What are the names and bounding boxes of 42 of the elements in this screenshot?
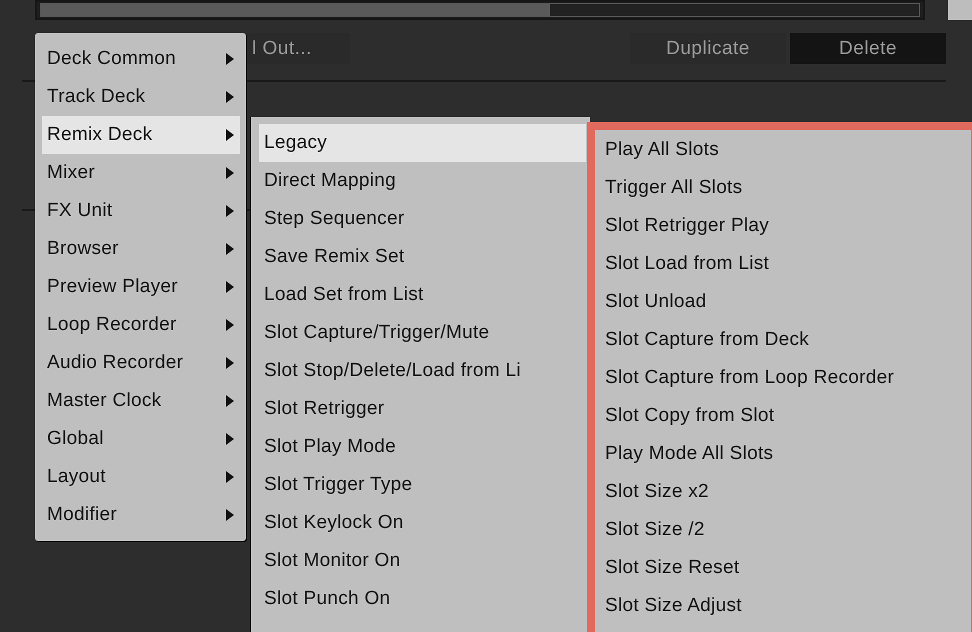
menu-item[interactable]: Slot Copy from Slot <box>595 397 971 435</box>
menu-item[interactable]: Direct Mapping <box>259 162 586 200</box>
menu-item[interactable]: Mixer <box>42 154 240 192</box>
menu-item[interactable]: Layout <box>42 458 240 496</box>
menu-item[interactable]: Slot Capture from Deck <box>595 321 971 359</box>
menu-item[interactable]: Play Mode All Slots <box>595 435 971 473</box>
menu-item[interactable]: Slot Size Reset <box>595 549 971 587</box>
menu-item[interactable]: Global <box>42 420 240 458</box>
menu-item[interactable]: Legacy <box>259 124 586 162</box>
menu-item[interactable]: Slot Punch On <box>259 580 586 618</box>
menu-item[interactable]: Slot Unload <box>595 283 971 321</box>
menu-item[interactable]: Master Clock <box>42 382 240 420</box>
menu-item[interactable]: Play All Slots <box>595 131 971 169</box>
menu-item[interactable]: Modifier <box>42 496 240 534</box>
menu-item[interactable]: Browser <box>42 230 240 268</box>
menu-item[interactable]: Slot Trigger Type <box>259 466 586 504</box>
menu-item[interactable]: Deck Common <box>42 40 240 78</box>
menu-item[interactable]: Slot Capture from Loop Recorder <box>595 359 971 397</box>
menu-item[interactable]: Loop Recorder <box>42 306 240 344</box>
menu-item[interactable]: Slot Size x2 <box>595 473 971 511</box>
menu-item[interactable]: Save Remix Set <box>259 238 586 276</box>
menu-item[interactable]: Remix Deck <box>42 116 240 154</box>
menu-item[interactable]: Step Sequencer <box>259 200 586 238</box>
menu-item[interactable]: Track Deck <box>42 78 240 116</box>
menu-item[interactable]: FX Unit <box>42 192 240 230</box>
menu-item[interactable]: Slot Size Adjust <box>595 587 971 625</box>
menu-item[interactable]: Preview Player <box>42 268 240 306</box>
menu-item[interactable]: Slot Stop/Delete/Load from Li <box>259 352 586 390</box>
menu-item[interactable]: Audio Recorder <box>42 344 240 382</box>
menu-item[interactable]: Slot Retrigger Play <box>595 207 971 245</box>
scroll-bar[interactable] <box>35 0 925 20</box>
menu-item[interactable]: Slot Capture/Trigger/Mute <box>259 314 586 352</box>
menu-item[interactable]: Slot Load from List <box>595 245 971 283</box>
menu-item[interactable]: Load Set from List <box>259 276 586 314</box>
menu-item[interactable]: Slot Play Mode <box>259 428 586 466</box>
menu-item[interactable]: Slot Retrigger <box>259 390 586 428</box>
menu-item[interactable]: Slot Monitor On <box>259 542 586 580</box>
menu-item[interactable]: Slot Keylock On <box>259 504 586 542</box>
toolbar-button[interactable]: Delete <box>790 33 946 64</box>
menu-item[interactable]: Slot Size /2 <box>595 511 971 549</box>
scroll-thumb[interactable] <box>948 0 972 20</box>
menu-item[interactable]: Trigger All Slots <box>595 169 971 207</box>
